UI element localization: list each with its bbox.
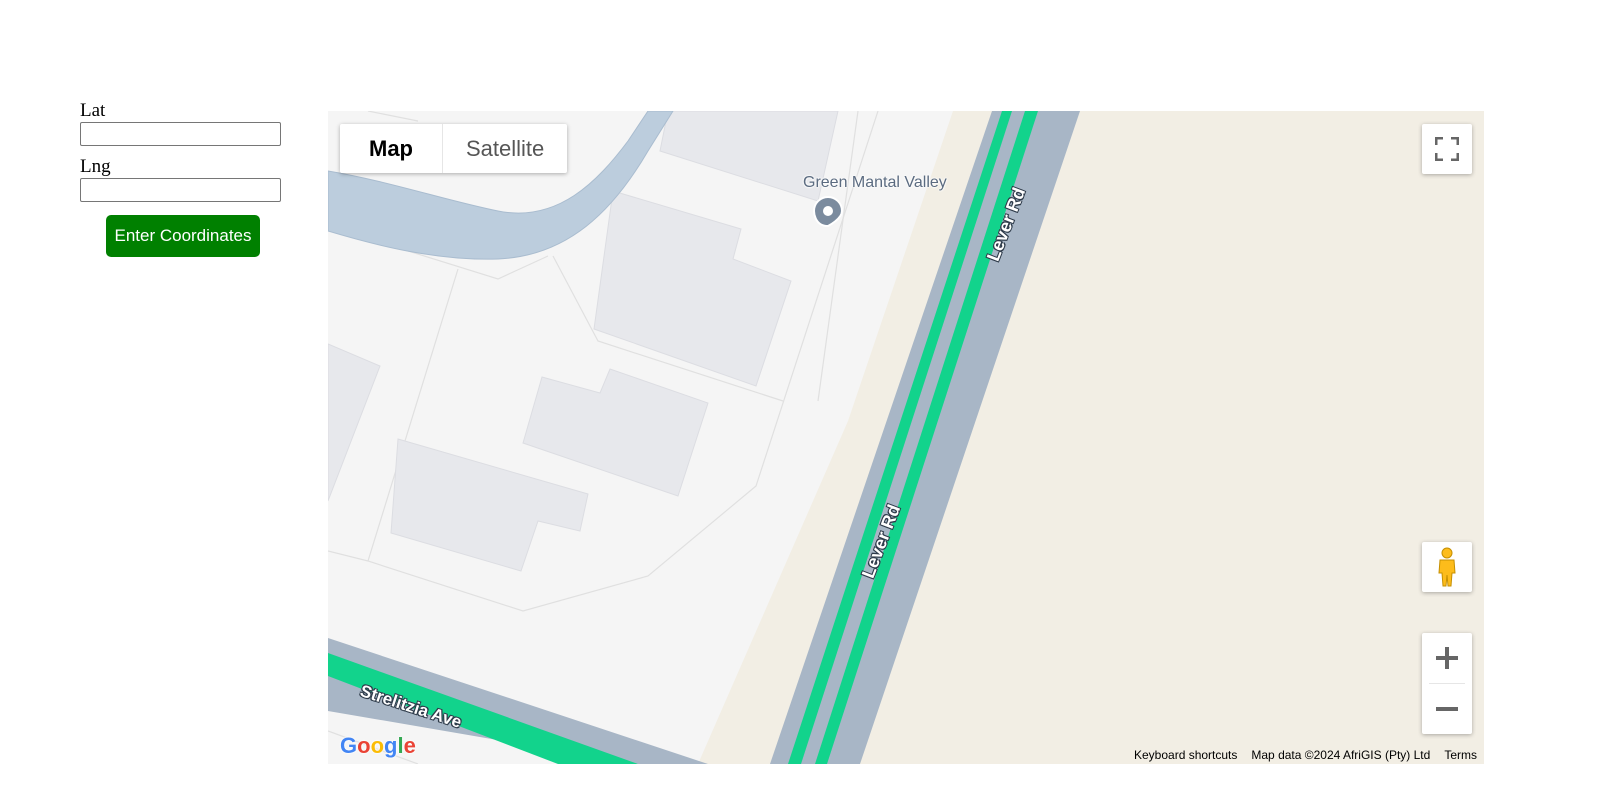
minus-icon <box>1436 707 1458 711</box>
lng-input[interactable] <box>80 178 281 202</box>
map-type-satellite-button[interactable]: Satellite <box>443 124 567 173</box>
fullscreen-icon <box>1435 137 1459 161</box>
location-marker-icon <box>812 196 844 228</box>
lng-label: Lng <box>80 156 111 177</box>
map-footer: Keyboard shortcuts Map data ©2024 AfriGI… <box>1127 746 1484 764</box>
google-logo[interactable]: Google <box>340 733 416 759</box>
plus-icon <box>1436 647 1458 669</box>
zoom-control <box>1422 633 1472 734</box>
pegman-icon <box>1438 547 1456 587</box>
lat-label: Lat <box>80 100 106 121</box>
map-tiles <box>328 111 1484 764</box>
zoom-in-button[interactable] <box>1422 633 1472 683</box>
zoom-out-button[interactable] <box>1422 684 1472 734</box>
poi-label[interactable]: Green Mantal Valley <box>803 174 947 192</box>
fullscreen-button[interactable] <box>1422 124 1472 174</box>
lat-input[interactable] <box>80 122 281 146</box>
enter-coordinates-button[interactable]: Enter Coordinates <box>106 215 260 257</box>
map-type-map-button[interactable]: Map <box>340 124 442 173</box>
terms-link[interactable]: Terms <box>1437 748 1484 762</box>
coordinate-form: Lat Lng Enter Coordinates <box>80 100 285 257</box>
map-attribution: Map data ©2024 AfriGIS (Pty) Ltd <box>1251 748 1431 762</box>
map-type-control: Map Satellite <box>340 124 568 173</box>
map-canvas[interactable]: Green Mantal Valley Lever Rd Lever Rd St… <box>328 111 1484 764</box>
keyboard-shortcuts-link[interactable]: Keyboard shortcuts <box>1127 748 1244 762</box>
street-view-pegman[interactable] <box>1422 542 1472 592</box>
